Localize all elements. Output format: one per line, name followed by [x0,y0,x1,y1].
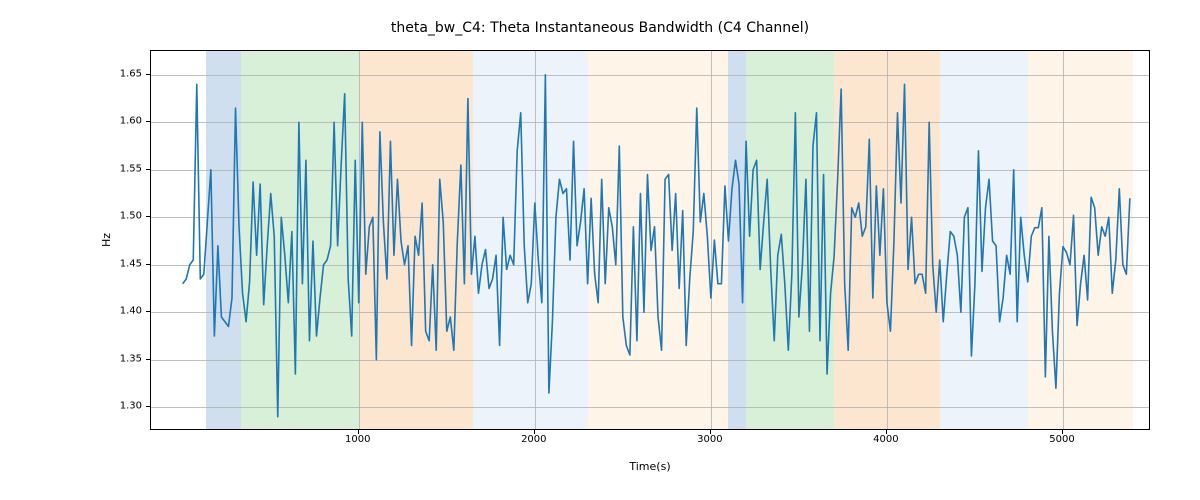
y-tick-mark [146,74,150,75]
y-tick-mark [146,264,150,265]
y-tick-mark [146,169,150,170]
y-tick-mark [146,311,150,312]
y-tick-label: 1.35 [0,353,142,364]
x-tick-label: 2000 [521,434,546,445]
y-tick-label: 1.45 [0,258,142,269]
y-tick-label: 1.50 [0,211,142,222]
y-axis-label: Hz [100,50,113,430]
x-tick-label: 4000 [873,434,898,445]
y-tick-label: 1.55 [0,163,142,174]
y-tick-label: 1.40 [0,306,142,317]
y-tick-label: 1.65 [0,68,142,79]
y-tick-mark [146,406,150,407]
x-tick-label: 1000 [345,434,370,445]
x-tick-label: 5000 [1049,434,1074,445]
y-tick-mark [146,121,150,122]
chart-title: theta_bw_C4: Theta Instantaneous Bandwid… [0,20,1200,36]
plot-area [150,50,1150,430]
y-tick-label: 1.30 [0,401,142,412]
series-line [183,75,1130,417]
y-tick-mark [146,216,150,217]
y-tick-mark [146,359,150,360]
chart-figure: theta_bw_C4: Theta Instantaneous Bandwid… [0,0,1200,500]
x-axis-label: Time(s) [150,460,1150,473]
x-tick-label: 3000 [697,434,722,445]
y-tick-label: 1.60 [0,116,142,127]
line-series [151,51,1150,430]
